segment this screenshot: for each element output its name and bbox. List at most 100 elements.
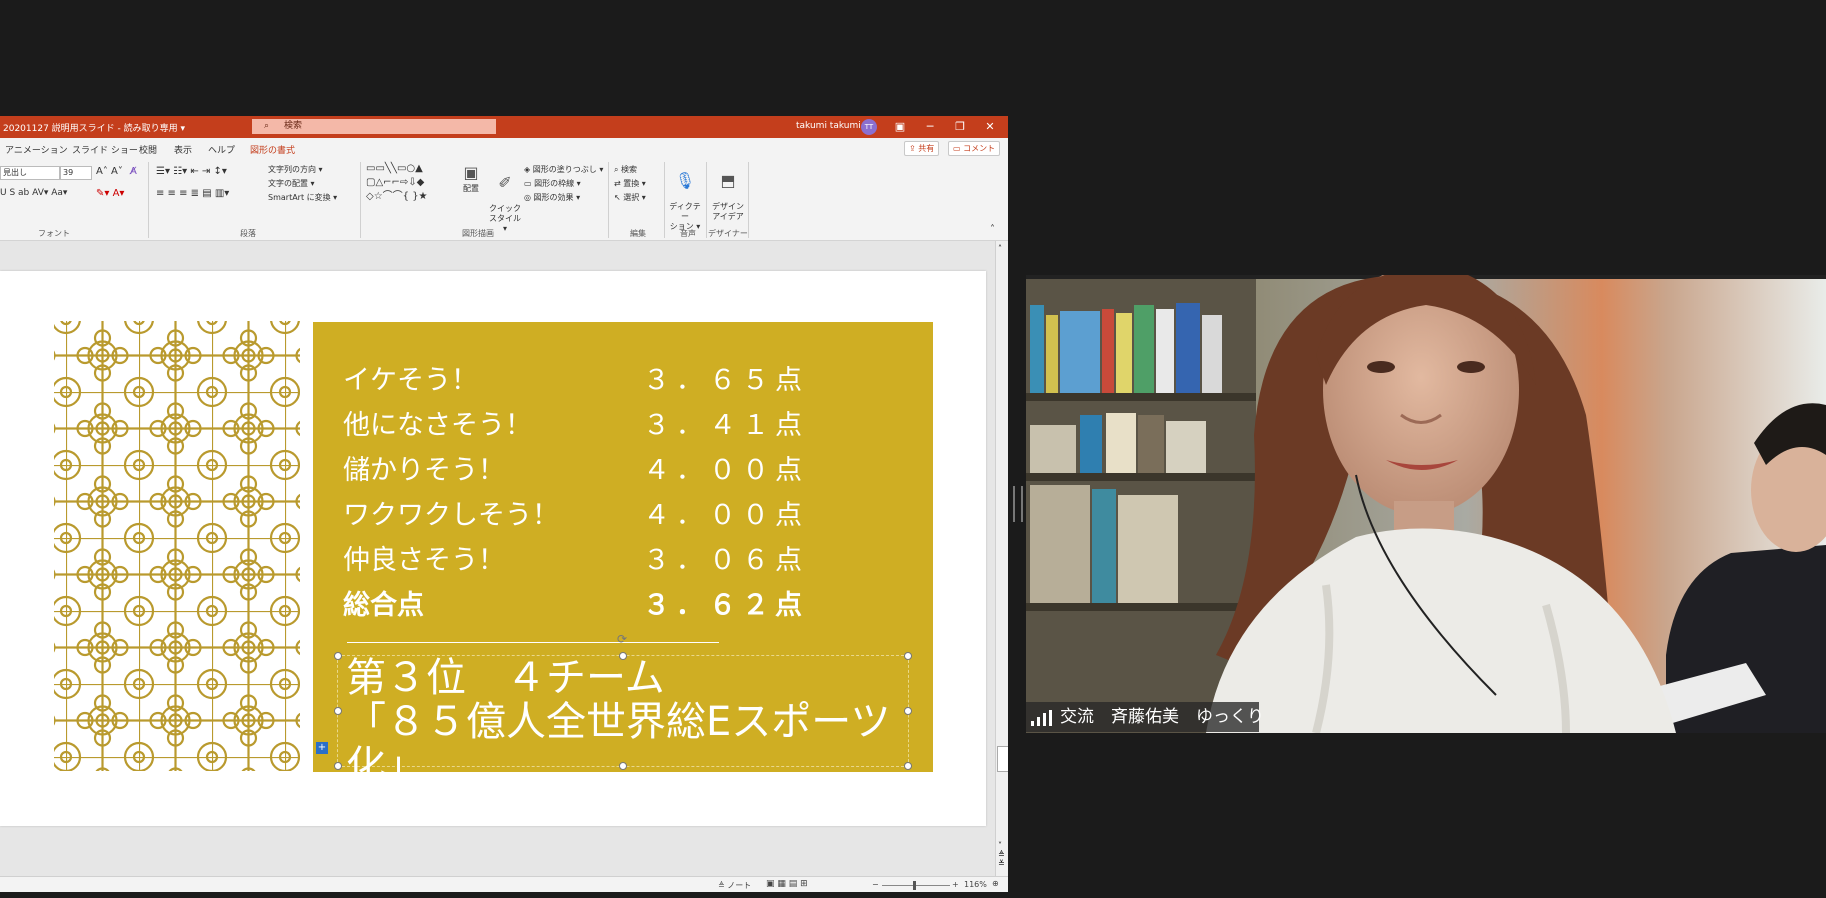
resize-handle[interactable]: [904, 707, 912, 715]
font-color-icon[interactable]: ✎▾ A▾: [96, 188, 124, 199]
shape-gallery[interactable]: ▭▭╲╲▭○▲ ▢△⌐⌐⇨⇩◆ ◇☆⌒⌒{ }★: [366, 162, 428, 204]
shape-fill-button[interactable]: ◈ 図形の塗りつぶし ▾: [524, 164, 603, 175]
page-nav-icons[interactable]: ˅ ≜ ≚: [998, 841, 1005, 868]
group-separator: [148, 162, 149, 238]
search-box[interactable]: ⌕ 検索: [252, 119, 496, 134]
score-panel[interactable]: イケそう！ ３．６５点 他になさそう！ ３．４１点 儲かりそう！ ４．００点 ワ…: [313, 322, 933, 788]
total-score-value: ３．６２点: [643, 590, 808, 621]
zoom-in-icon[interactable]: +: [952, 880, 959, 889]
collapse-ribbon-icon[interactable]: ˄: [990, 224, 995, 235]
search-placeholder: 検索: [284, 121, 303, 131]
resize-handle[interactable]: [334, 652, 342, 660]
paint-bucket-icon: ◈: [524, 165, 533, 174]
total-score-label: 総合点: [343, 590, 424, 621]
selected-textbox[interactable]: 第３位 ４チーム 「８５億人全世界総Eスポーツ化」 ⟳ +: [316, 632, 912, 788]
designer-group-label: デザイナー: [708, 229, 748, 238]
scrollbar-thumb[interactable]: [997, 746, 1008, 772]
tab-help[interactable]: ヘルプ: [208, 143, 235, 156]
group-separator: [608, 162, 609, 238]
resize-handle[interactable]: [334, 762, 342, 770]
find-button[interactable]: ⌕ 検索: [614, 164, 637, 175]
user-avatar[interactable]: TT: [861, 119, 877, 135]
font-name-select[interactable]: 見出し: [0, 166, 60, 180]
replace-button[interactable]: ⇄ 置換 ▾: [614, 178, 646, 189]
list-icons[interactable]: ☰▾ ☷▾ ⇤ ⇥ ↕▾: [156, 166, 227, 177]
ribbon-display-button[interactable]: ▣: [890, 118, 910, 136]
group-separator: [706, 162, 707, 238]
score-value: ３．６５点: [643, 365, 808, 396]
shape-effects-button[interactable]: ◎ 図形の効果 ▾: [524, 192, 580, 203]
quick-style-button[interactable]: ✐ クイック スタイル ▾: [488, 164, 522, 234]
ribbon: 見出し 39 A˄ A˅ A̸ U S ab AV▾ Aa▾ ✎▾ A▾ フォン…: [0, 158, 1008, 241]
close-button[interactable]: ✕: [980, 118, 1000, 136]
total-score-row: 総合点 ３．６２点: [343, 583, 803, 621]
fit-slide-icon[interactable]: ⊕: [992, 879, 999, 888]
select-button[interactable]: ↖ 選択 ▾: [614, 192, 646, 203]
dictate-button[interactable]: 🎙︎ ディクテー ション ▾: [668, 162, 702, 232]
effects-icon: ◎: [524, 193, 534, 202]
resize-handle[interactable]: [619, 652, 627, 660]
search-icon: ⌕: [614, 165, 622, 174]
tab-slideshow[interactable]: スライド ショー: [72, 143, 138, 156]
status-bar: ≜ ノート ▣ ▦ ▤ ⊞ − + 116% ⊕: [0, 876, 1008, 892]
score-row: 他になさそう！ ３．４１点: [343, 403, 803, 441]
restore-button[interactable]: ❐: [950, 118, 970, 136]
document-title[interactable]: 20201127 説明用スライド - 読み取り専用 ▾: [3, 121, 185, 134]
comment-icon: ▭: [953, 144, 964, 153]
share-button[interactable]: ⇪ 共有: [904, 141, 940, 156]
group-separator: [748, 162, 749, 238]
text-align-button[interactable]: 文字の配置 ▾: [268, 178, 315, 189]
zoom-level[interactable]: 116%: [964, 880, 987, 889]
scroll-up-icon[interactable]: ˄: [998, 244, 1002, 253]
score-row: イケそう！ ３．６５点: [343, 358, 803, 396]
resize-handle[interactable]: [904, 652, 912, 660]
zoom-slider-thumb[interactable]: [913, 881, 916, 890]
pane-resize-grip[interactable]: [1013, 486, 1023, 522]
score-row: ワクワクしそう！ ４．００点: [343, 493, 803, 531]
resize-handle[interactable]: [334, 707, 342, 715]
zoom-slider[interactable]: [882, 885, 950, 886]
powerpoint-window: 20201127 説明用スライド - 読み取り専用 ▾ ⌕ 検索 takumi …: [0, 116, 1008, 892]
minimize-button[interactable]: ─: [920, 118, 940, 136]
slide[interactable]: イケそう！ ３．６５点 他になさそう！ ３．４１点 儲かりそう！ ４．００点 ワ…: [0, 271, 986, 826]
clear-format-icon[interactable]: A̸: [130, 166, 137, 177]
comment-button[interactable]: ▭ コメント: [948, 141, 1001, 156]
resize-handle[interactable]: [904, 762, 912, 770]
drawing-group-label: 図形描画: [462, 229, 494, 238]
group-separator: [360, 162, 361, 238]
shape-outline-button[interactable]: ▭ 図形の枠線 ▾: [524, 178, 581, 189]
text-style-icons[interactable]: U S ab AV▾ Aa▾: [0, 188, 67, 198]
tab-animations[interactable]: アニメーション: [5, 143, 68, 156]
paragraph-group-label: 段落: [240, 229, 256, 238]
score-label: 仲良さそう！: [343, 545, 505, 576]
smartart-button[interactable]: SmartArt に変換 ▾: [268, 192, 337, 203]
edit-group-label: 編集: [630, 229, 646, 238]
layout-options-icon[interactable]: +: [316, 742, 328, 754]
align-icons[interactable]: ≡ ≡ ≡ ≣ ▤ ▥▾: [156, 188, 229, 199]
score-row: 儲かりそう！ ４．００点: [343, 448, 803, 486]
vertical-scrollbar[interactable]: ˄ ˅ ≜ ≚: [995, 241, 1008, 876]
tab-view[interactable]: 表示: [174, 143, 192, 156]
view-buttons-icons[interactable]: ▣ ▦ ▤ ⊞: [766, 879, 808, 889]
tab-shape-format[interactable]: 図形の書式: [250, 143, 296, 160]
zoom-out-icon[interactable]: −: [872, 880, 879, 889]
quick-style-icon: ✐: [498, 173, 512, 192]
rotate-handle-icon[interactable]: ⟳: [617, 632, 627, 646]
design-ideas-icon: ⬒: [720, 171, 736, 190]
score-label: イケそう！: [343, 365, 478, 396]
design-ideas-button[interactable]: ⬒ デザイン アイデア: [710, 162, 746, 222]
signal-strength-icon: [1031, 710, 1052, 726]
arrange-button[interactable]: ▣ 配置: [458, 164, 484, 194]
resize-handle[interactable]: [619, 762, 627, 770]
tab-review[interactable]: 校閲: [139, 143, 157, 156]
pen-icon: ▭: [524, 179, 535, 188]
flower-lattice-pattern: [54, 321, 300, 771]
notes-button[interactable]: ≜ ノート: [718, 880, 751, 891]
participant-video[interactable]: [1026, 275, 1826, 733]
participant-name: 交流 斉藤佑美 ゆっくり: [1060, 707, 1264, 727]
font-size-select[interactable]: 39: [60, 166, 92, 180]
text-direction-button[interactable]: 文字列の方向 ▾: [268, 164, 323, 175]
score-value: ４．００点: [643, 500, 808, 531]
grow-font-icon[interactable]: A˄ A˅: [96, 166, 123, 177]
user-name[interactable]: takumi takumi: [796, 121, 861, 131]
